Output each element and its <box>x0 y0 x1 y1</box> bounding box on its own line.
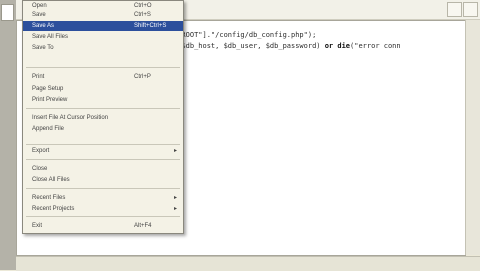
menu-item-save-as[interactable]: Save As Shift+Ctrl+S <box>23 21 183 31</box>
menu-item-export[interactable]: Export ▸ <box>23 146 183 156</box>
code-text: t($db_host, $db_user, $db_password) <box>173 42 325 50</box>
submenu-arrow-icon: ▸ <box>174 148 178 154</box>
document-tab[interactable] <box>1 4 14 21</box>
menu-item-label: Save <box>32 12 46 18</box>
menu-item-label: Close <box>32 166 48 172</box>
menu-item-label: Save All Files <box>32 34 69 40</box>
menu-item-label: Recent Projects <box>32 206 75 212</box>
menu-separator <box>26 67 180 68</box>
menu-item-recent-files[interactable]: Recent Files ▸ <box>23 193 183 203</box>
file-menu: Open Ctrl+O Save Ctrl+S Save As Shift+Ctrl+… <box>22 0 184 234</box>
menu-item-print[interactable]: Print Ctrl+P <box>23 72 183 82</box>
menu-separator <box>26 159 180 160</box>
left-panel-strip <box>0 0 16 270</box>
submenu-arrow-icon: ▸ <box>174 195 178 201</box>
menu-item-label: Append File <box>32 126 65 132</box>
code-text: ("error conn <box>350 42 401 50</box>
menu-item-page-setup[interactable]: Page Setup <box>23 84 183 94</box>
menu-item-disabled <box>23 54 183 64</box>
submenu-arrow-icon: ▸ <box>174 206 178 212</box>
menu-item-label: Export <box>32 148 50 154</box>
menu-item-label: Exit <box>32 223 43 229</box>
vertical-scrollbar[interactable] <box>465 20 480 255</box>
menu-item-label: Page Setup <box>32 86 64 92</box>
code-line-2: t($db_host, $db_user, $db_password) or d… <box>173 42 401 50</box>
menu-item-label: Save To <box>32 45 54 51</box>
menu-item-label: Recent Files <box>32 195 66 201</box>
menu-item-shortcut: Shift+Ctrl+S <box>134 23 167 29</box>
menu-item-recent-projects[interactable]: Recent Projects ▸ <box>23 204 183 214</box>
keyword-die: die <box>337 42 351 50</box>
menu-item-label: Save As <box>32 23 55 29</box>
code-line-1: T_ROOT"]."/config/db_config.php"); <box>173 31 317 39</box>
menu-item-insert-file[interactable]: Insert File At Cursor Position <box>23 113 183 123</box>
menu-item-disabled <box>23 134 183 144</box>
menu-item-close-all-files[interactable]: Close All Files <box>23 175 183 185</box>
menu-item-shortcut: Ctrl+P <box>134 74 151 80</box>
menu-item-shortcut: Ctrl+S <box>134 12 151 18</box>
minimize-button[interactable] <box>447 2 462 17</box>
menu-item-shortcut: Alt+F4 <box>134 223 152 229</box>
status-bar <box>16 256 480 271</box>
menu-separator <box>26 144 180 145</box>
close-button[interactable] <box>463 2 478 17</box>
menu-item-label: Close All Files <box>32 177 70 183</box>
menu-item-label: Print <box>32 74 45 80</box>
menu-separator <box>26 108 180 109</box>
menu-item-close[interactable]: Close <box>23 164 183 174</box>
menu-item-append-file[interactable]: Append File <box>23 124 183 134</box>
menu-item-label: Insert File At Cursor Position <box>32 115 109 121</box>
menu-separator <box>26 216 180 217</box>
menu-item-save-to[interactable]: Save To <box>23 43 183 53</box>
menu-item-save-all-files[interactable]: Save All Files <box>23 32 183 42</box>
menu-separator <box>26 188 180 189</box>
menu-item-print-preview[interactable]: Print Preview <box>23 95 183 105</box>
menu-item-exit[interactable]: Exit Alt+F4 <box>23 221 183 231</box>
keyword-or: or <box>324 42 334 50</box>
menu-item-save[interactable]: Save Ctrl+S <box>23 10 183 20</box>
menu-item-label: Print Preview <box>32 97 68 103</box>
